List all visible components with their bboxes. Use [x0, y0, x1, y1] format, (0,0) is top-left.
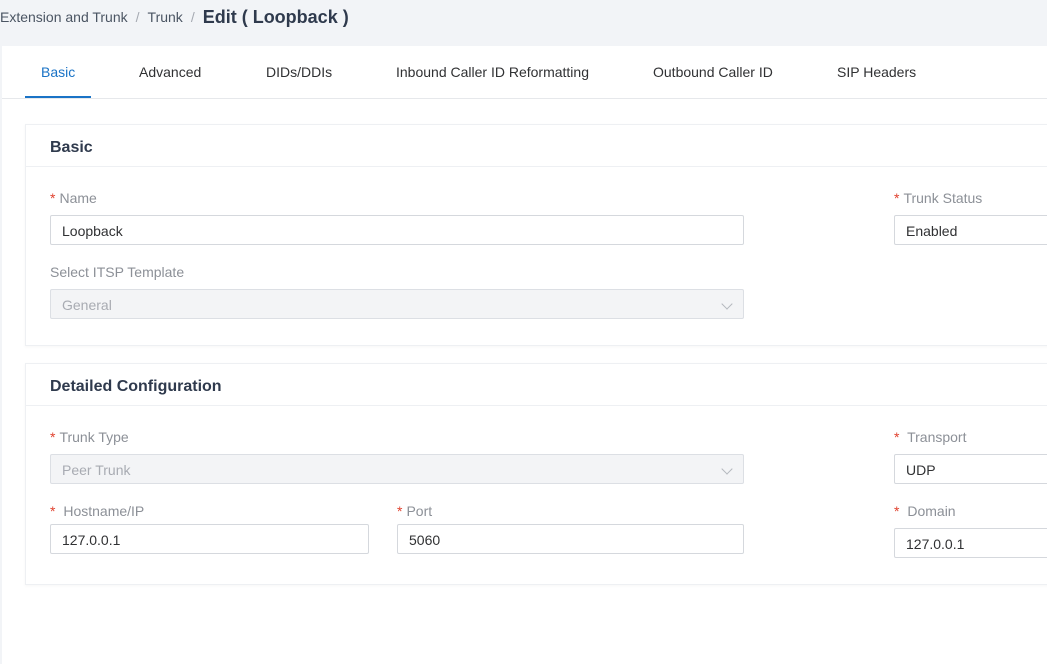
port-input[interactable]: 5060 — [397, 524, 744, 554]
section-title: Basic — [50, 139, 93, 156]
itsp-template-label: Select ITSP Template — [50, 264, 185, 280]
detailed-configuration-header: Detailed Configuration — [26, 364, 1047, 406]
required-marker: * — [397, 503, 403, 519]
breadcrumb-extension-and-trunk[interactable]: Extension and Trunk — [0, 9, 128, 25]
required-marker: * — [50, 190, 56, 206]
required-marker: * — [894, 503, 900, 519]
basic-section-header: Basic — [26, 125, 1047, 167]
port-label: * Port — [397, 503, 432, 519]
name-label-text: Name — [59, 190, 97, 206]
domain-input[interactable]: 127.0.0.1 — [894, 528, 1047, 558]
domain-label-text: Domain — [907, 503, 956, 519]
trunk-type-select[interactable]: Peer Trunk — [50, 454, 744, 484]
tab-advanced[interactable]: Advanced — [139, 46, 201, 98]
tab-inbound-caller-id-reformatting[interactable]: Inbound Caller ID Reformatting — [396, 46, 589, 98]
transport-label-text: Transport — [907, 429, 967, 445]
basic-section: Basic * Name Loopback * Trunk Status Enabl… — [25, 124, 1047, 346]
breadcrumb: Extension and Trunk / Trunk / Edit ( Loo… — [0, 0, 349, 34]
trunk-status-label-text: Trunk Status — [903, 190, 983, 206]
required-marker: * — [50, 429, 56, 445]
tab-outbound-caller-id[interactable]: Outbound Caller ID — [653, 46, 773, 98]
itsp-template-select[interactable]: General — [50, 289, 744, 319]
chevron-down-icon — [721, 298, 733, 310]
domain-label: * Domain — [894, 503, 956, 519]
edit-trunk-panel: Basic Advanced DIDs/DDIs Inbound Caller … — [2, 46, 1047, 664]
breadcrumb-trunk[interactable]: Trunk — [148, 9, 183, 25]
name-input[interactable]: Loopback — [50, 215, 744, 245]
breadcrumb-separator: / — [135, 9, 140, 25]
breadcrumb-separator: / — [190, 9, 195, 25]
tab-dids-ddis[interactable]: DIDs/DDIs — [266, 46, 332, 98]
detailed-configuration-section: Detailed Configuration * Trunk Type Peer … — [25, 363, 1047, 585]
name-label: * Name — [50, 190, 97, 206]
tab-basic[interactable]: Basic — [41, 46, 75, 98]
required-marker: * — [50, 503, 56, 519]
required-marker: * — [894, 429, 900, 445]
hostname-label: * Hostname/IP — [50, 503, 144, 519]
hostname-input[interactable]: 127.0.0.1 — [50, 524, 369, 554]
section-title: Detailed Configuration — [50, 378, 222, 395]
page-title: Edit ( Loopback ) — [202, 6, 349, 27]
trunk-status-select[interactable]: Enabled — [894, 215, 1047, 245]
trunk-type-label-text: Trunk Type — [59, 429, 129, 445]
trunk-type-value: Peer Trunk — [62, 462, 131, 478]
chevron-down-icon — [721, 463, 733, 475]
trunk-type-label: * Trunk Type — [50, 429, 129, 445]
transport-select[interactable]: UDP — [894, 454, 1047, 484]
transport-label: * Transport — [894, 429, 966, 445]
active-tab-indicator — [25, 96, 91, 98]
tab-bar: Basic Advanced DIDs/DDIs Inbound Caller … — [2, 46, 1047, 99]
required-marker: * — [894, 190, 900, 206]
itsp-template-value: General — [62, 297, 112, 313]
tab-sip-headers[interactable]: SIP Headers — [837, 46, 916, 98]
port-label-text: Port — [406, 503, 433, 519]
trunk-status-label: * Trunk Status — [894, 190, 982, 206]
hostname-label-text: Hostname/IP — [63, 503, 145, 519]
